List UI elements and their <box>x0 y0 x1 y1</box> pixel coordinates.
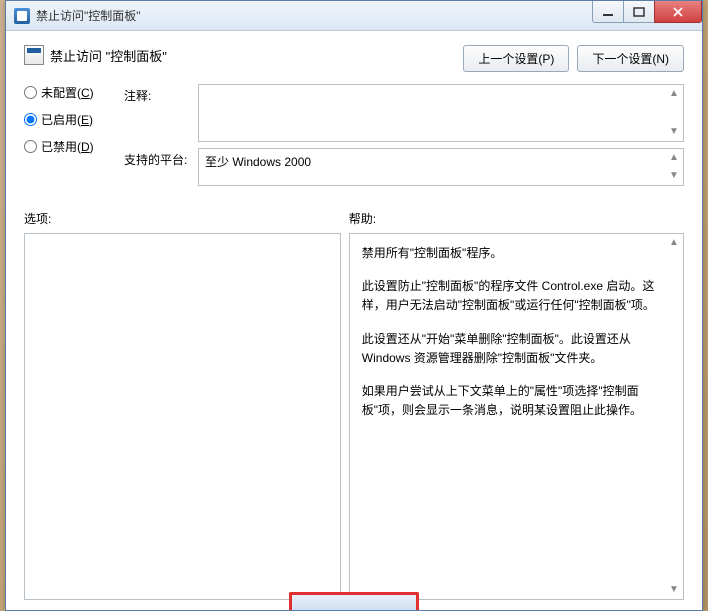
radio-not-configured-label: 未配置(C) <box>41 84 94 101</box>
previous-setting-button[interactable]: 上一个设置(P) <box>463 45 569 72</box>
radio-enabled-label: 已启用(E) <box>41 111 93 128</box>
help-paragraph: 此设置防止"控制面板"的程序文件 Control.exe 启动。这样，用户无法启… <box>362 277 663 315</box>
fields-column: 注释: ▲ ▼ 支持的平台: 至少 Windows 2000 ▲ ▼ <box>124 84 684 186</box>
header-row: 禁止访问 "控制面板" 上一个设置(P) 下一个设置(N) <box>24 45 684 72</box>
help-label: 帮助: <box>341 210 684 227</box>
window-title: 禁止访问"控制面板" <box>36 7 141 24</box>
radio-disabled-label: 已禁用(D) <box>41 138 94 155</box>
minimize-icon <box>602 7 614 17</box>
radio-not-configured-input[interactable] <box>24 86 37 99</box>
dialog-window: 禁止访问"控制面板" 禁止访问 "控制面板" 上一个设置(P) 下一个设置(N) <box>5 0 703 611</box>
comment-textarea[interactable]: ▲ ▼ <box>198 84 684 142</box>
highlighted-ok-button[interactable] <box>289 592 419 610</box>
state-radio-group: 未配置(C) 已启用(E) 已禁用(D) <box>24 84 108 155</box>
platform-box: 至少 Windows 2000 ▲ ▼ <box>198 148 684 186</box>
window-controls <box>593 1 702 23</box>
minimize-button[interactable] <box>592 1 624 23</box>
close-icon <box>672 7 684 17</box>
radio-enabled-input[interactable] <box>24 113 37 126</box>
help-paragraph: 如果用户尝试从上下文菜单上的"属性"项选择"控制面板"项，则会显示一条消息，说明… <box>362 382 663 420</box>
platform-row: 支持的平台: 至少 Windows 2000 ▲ ▼ <box>124 148 684 186</box>
scroll-up-icon[interactable]: ▲ <box>667 236 681 250</box>
scroll-down-icon[interactable]: ▼ <box>667 125 681 139</box>
scroll-down-icon[interactable]: ▼ <box>667 169 681 183</box>
radio-disabled[interactable]: 已禁用(D) <box>24 138 108 155</box>
panels-row: 禁用所有"控制面板"程序。 此设置防止"控制面板"的程序文件 Control.e… <box>24 233 684 600</box>
options-panel[interactable] <box>24 233 341 600</box>
header-left: 禁止访问 "控制面板" <box>24 45 167 65</box>
comment-row: 注释: ▲ ▼ <box>124 84 684 142</box>
config-row: 未配置(C) 已启用(E) 已禁用(D) 注释: ▲ ▼ <box>24 84 684 186</box>
titlebar[interactable]: 禁止访问"控制面板" <box>6 1 702 31</box>
comment-label: 注释: <box>124 84 188 142</box>
previous-setting-label: 上一个设置(P) <box>478 52 554 66</box>
next-setting-label: 下一个设置(N) <box>592 52 669 66</box>
nav-buttons: 上一个设置(P) 下一个设置(N) <box>463 45 684 72</box>
options-label: 选项: <box>24 210 341 227</box>
radio-disabled-input[interactable] <box>24 140 37 153</box>
platform-label: 支持的平台: <box>124 148 188 186</box>
scroll-up-icon[interactable]: ▲ <box>667 151 681 165</box>
platform-value: 至少 Windows 2000 <box>205 155 311 169</box>
next-setting-button[interactable]: 下一个设置(N) <box>577 45 684 72</box>
radio-not-configured[interactable]: 未配置(C) <box>24 84 108 101</box>
close-button[interactable] <box>654 1 702 23</box>
scroll-up-icon[interactable]: ▲ <box>667 87 681 101</box>
maximize-button[interactable] <box>623 1 655 23</box>
dialog-content: 禁止访问 "控制面板" 上一个设置(P) 下一个设置(N) 未配置(C) 已启用… <box>6 31 702 610</box>
policy-title: 禁止访问 "控制面板" <box>50 46 167 65</box>
app-icon <box>14 8 30 24</box>
policy-icon <box>24 45 44 65</box>
radio-enabled[interactable]: 已启用(E) <box>24 111 108 128</box>
help-paragraph: 禁用所有"控制面板"程序。 <box>362 244 663 263</box>
maximize-icon <box>633 7 645 17</box>
help-paragraph: 此设置还从"开始"菜单删除"控制面板"。此设置还从 Windows 资源管理器删… <box>362 330 663 368</box>
help-panel[interactable]: 禁用所有"控制面板"程序。 此设置防止"控制面板"的程序文件 Control.e… <box>349 233 684 600</box>
panel-labels: 选项: 帮助: <box>24 210 684 227</box>
scroll-down-icon[interactable]: ▼ <box>667 583 681 597</box>
